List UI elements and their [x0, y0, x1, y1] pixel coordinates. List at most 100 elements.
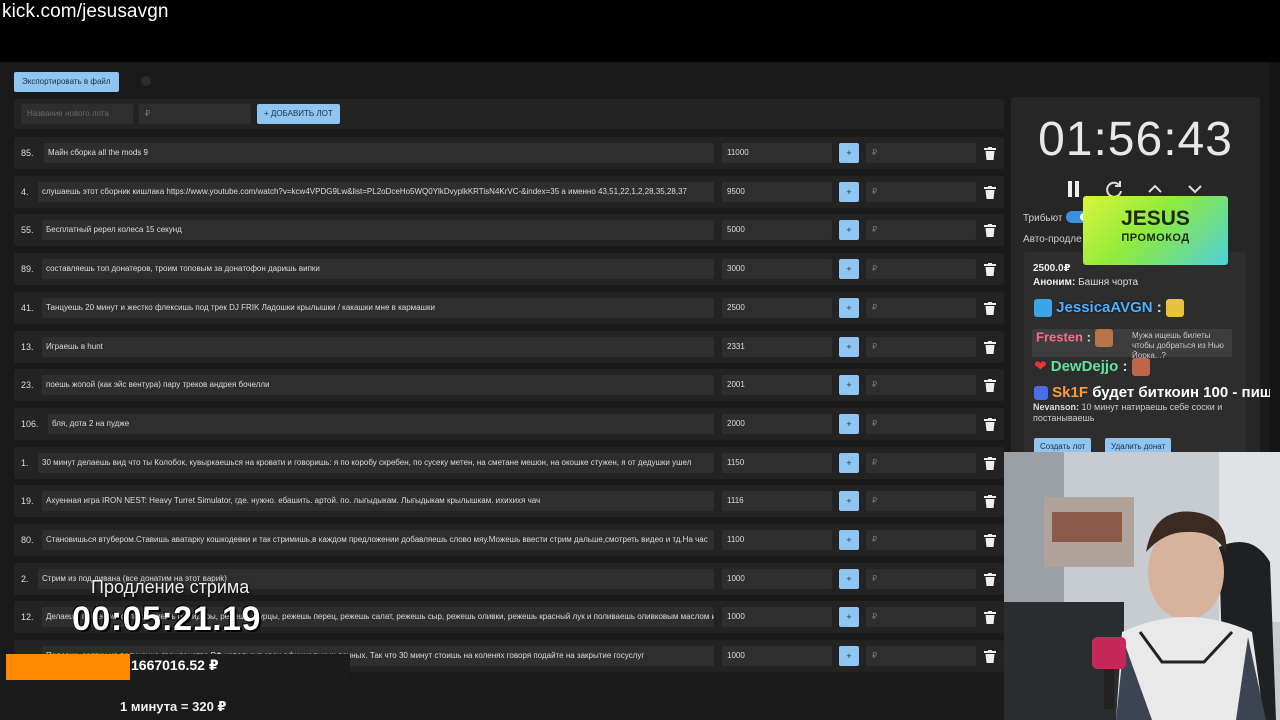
lot-bid-input[interactable]: ₽ — [866, 375, 976, 396]
add-amount-button[interactable]: + — [839, 336, 859, 357]
lot-name-input[interactable]: Ахуенная игра IRON NEST: Heavy Turret Si… — [42, 491, 714, 512]
trash-icon[interactable] — [984, 379, 996, 393]
heart-icon: ❤ — [1034, 358, 1047, 375]
lot-bid-input[interactable]: ₽ — [866, 220, 976, 241]
promo-subtitle: ПРОМОКОД — [1121, 232, 1190, 244]
add-amount-button[interactable]: + — [839, 413, 859, 434]
trash-icon[interactable] — [984, 495, 996, 509]
lot-name-input[interactable]: слушаешь этот сборник кишлака https://ww… — [38, 181, 714, 202]
add-amount-button[interactable]: + — [839, 143, 859, 163]
lot-row: 1. 30 минут делаешь вид что ты Колобок, к… — [14, 446, 1004, 479]
lot-amount-input[interactable]: 9500 — [722, 181, 832, 202]
add-amount-button[interactable]: + — [839, 375, 859, 396]
add-amount-button[interactable]: + — [839, 259, 859, 280]
lot-name-input[interactable]: 30 минут делаешь вид что ты Колобок, кув… — [38, 452, 714, 473]
lot-name-input[interactable]: Играешь в hunt — [42, 336, 714, 357]
lot-name-input[interactable]: Становишься втубером.Ставишь аватарку ко… — [42, 530, 714, 550]
lot-bid-input[interactable]: ₽ — [866, 452, 976, 473]
lot-row: 19. Ахуенная игра IRON NEST: Heavy Turret… — [14, 485, 1004, 518]
scrollbar[interactable] — [1270, 62, 1280, 452]
lot-amount-input[interactable]: 1116 — [722, 491, 832, 512]
emote-icon — [1165, 299, 1184, 318]
lot-number: 89. — [21, 264, 34, 275]
lot-bid-input[interactable]: ₽ — [866, 530, 976, 550]
lot-row: 55. Бесплатный ререл колеса 15 секунд 5000… — [14, 214, 1004, 247]
new-lot-name-input[interactable]: Название нового лота — [21, 104, 133, 124]
chat-message: Sk1F будет биткоин 100 - пишите — [1034, 384, 1280, 401]
lot-bid-input[interactable]: ₽ — [866, 181, 976, 202]
trash-icon[interactable] — [984, 611, 996, 625]
donation-author: Аноним: Башня чорта — [1033, 277, 1139, 288]
trash-icon[interactable] — [984, 650, 996, 664]
extension-timer: 00:05:21.19 — [72, 600, 261, 638]
lot-name-input[interactable]: Бесплатный ререл колеса 15 секунд — [42, 220, 714, 241]
trash-icon[interactable] — [984, 224, 996, 238]
lot-row: 41. Танцуешь 20 минут и жестко флексишь п… — [14, 291, 1004, 324]
lot-row: 13. Играешь в hunt 2331 + ₽ — [14, 330, 1004, 363]
lot-amount-input[interactable]: 2331 — [722, 336, 832, 357]
donation-text: Nevanson: 10 минут натираешь себе соски … — [1033, 402, 1223, 423]
lot-amount-input[interactable]: 2500 — [722, 297, 832, 318]
lot-name-input[interactable]: составляешь топ донатеров, троим топовым… — [42, 259, 714, 280]
trash-icon[interactable] — [984, 147, 996, 160]
lot-number: 106. — [21, 418, 39, 429]
add-amount-button[interactable]: + — [839, 568, 859, 589]
lot-name-input[interactable]: Танцуешь 20 минут и жестко флексишь под … — [42, 297, 714, 318]
lot-bid-input[interactable]: ₽ — [866, 143, 976, 163]
extension-title: Продление стрима — [91, 577, 250, 597]
trash-icon[interactable] — [984, 417, 996, 431]
trash-icon[interactable] — [984, 263, 996, 277]
lot-amount-input[interactable]: 1150 — [722, 452, 832, 473]
lot-number: 85. — [21, 148, 34, 158]
lot-bid-input[interactable]: ₽ — [866, 259, 976, 280]
status-dot — [141, 76, 151, 86]
trash-icon[interactable] — [984, 534, 996, 547]
lot-amount-input[interactable]: 1000 — [722, 607, 832, 628]
lot-amount-input[interactable]: 3000 — [722, 259, 832, 280]
lot-name-input[interactable]: Майн сборка all the mods 9 — [44, 143, 714, 163]
lot-bid-input[interactable]: ₽ — [866, 646, 976, 667]
lot-row: 80. Становишься втубером.Ставишь аватарку… — [14, 524, 1004, 556]
lot-bid-input[interactable]: ₽ — [866, 413, 976, 434]
trash-icon[interactable] — [984, 301, 996, 315]
trash-icon[interactable] — [984, 340, 996, 354]
tribute-label: Трибьют — [1023, 213, 1063, 224]
lot-bid-input[interactable]: ₽ — [866, 607, 976, 628]
lot-amount-input[interactable]: 11000 — [722, 143, 832, 163]
trash-icon[interactable] — [984, 572, 996, 586]
lot-row: 106. бля, дота 2 на пудже 2000 + ₽ — [14, 407, 1004, 440]
lot-row: 85. Майн сборка all the mods 9 11000 + ₽ — [14, 137, 1004, 169]
lot-amount-input[interactable]: 2001 — [722, 375, 832, 396]
add-amount-button[interactable]: + — [839, 220, 859, 241]
add-lot-button[interactable]: + ДОБАВИТЬ ЛОТ — [257, 104, 340, 124]
add-amount-button[interactable]: + — [839, 181, 859, 202]
lot-bid-input[interactable]: ₽ — [866, 568, 976, 589]
lot-name-input[interactable]: поешь жопой (как эйс вентура) пару треко… — [42, 375, 714, 396]
lot-amount-input[interactable]: 1100 — [722, 530, 832, 550]
add-amount-button[interactable]: + — [839, 607, 859, 628]
lot-row: 23. поешь жопой (как эйс вентура) пару тр… — [14, 369, 1004, 402]
donation-progress-fill — [6, 654, 130, 680]
lot-amount-input[interactable]: 2000 — [722, 413, 832, 434]
auto-extend-label: Авто-продле — [1023, 234, 1082, 245]
lot-name-input[interactable]: бля, дота 2 на пудже — [48, 413, 714, 434]
promo-title: JESUS — [1121, 207, 1190, 230]
lot-bid-input[interactable]: ₽ — [866, 491, 976, 512]
lot-amount-input[interactable]: 5000 — [722, 220, 832, 241]
lot-amount-input[interactable]: 1000 — [722, 646, 832, 667]
new-lot-price-input[interactable]: ₽ — [139, 104, 251, 124]
add-amount-button[interactable]: + — [839, 297, 859, 318]
pause-icon[interactable] — [1063, 178, 1085, 200]
lot-number: 19. — [21, 496, 34, 507]
lot-bid-input[interactable]: ₽ — [866, 297, 976, 318]
lot-bid-input[interactable]: ₽ — [866, 336, 976, 357]
trash-icon[interactable] — [984, 456, 996, 470]
add-amount-button[interactable]: + — [839, 491, 859, 512]
add-amount-button[interactable]: + — [839, 530, 859, 550]
add-amount-button[interactable]: + — [839, 452, 859, 473]
export-button[interactable]: Экспортировать в файл — [14, 72, 119, 92]
trash-icon[interactable] — [984, 185, 996, 199]
auction-timer: 01:56:43 — [1038, 113, 1233, 166]
lot-amount-input[interactable]: 1000 — [722, 568, 832, 589]
add-amount-button[interactable]: + — [839, 646, 859, 667]
